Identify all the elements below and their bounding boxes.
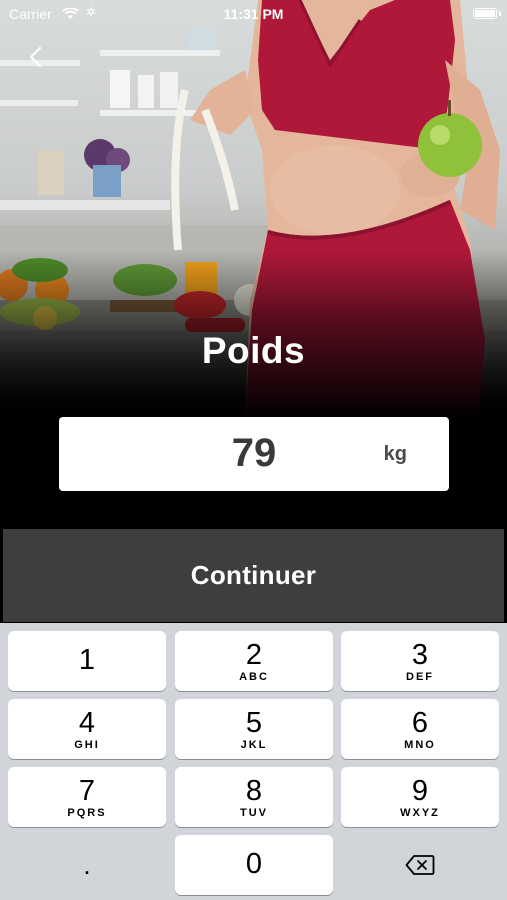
key-0[interactable]: 0 xyxy=(175,835,333,895)
weight-input[interactable]: 79 kg xyxy=(59,417,449,491)
key-digit: 3 xyxy=(411,639,429,671)
key-4[interactable]: 4 GHI xyxy=(8,699,166,759)
status-bar: Carrier ✲ 11:31 PM xyxy=(0,0,507,28)
delete-key[interactable] xyxy=(341,835,499,895)
backspace-icon xyxy=(405,855,435,875)
numeric-keypad: 1 2 ABC 3 DEF 4 GHI 5 JKL 6 MNO 7 PQRS 8… xyxy=(0,623,507,900)
page-title: Poids xyxy=(201,330,306,371)
chevron-left-icon xyxy=(29,46,42,68)
key-8[interactable]: 8 TUV xyxy=(175,767,333,827)
key-digit: 9 xyxy=(411,775,429,807)
key-digit: 5 xyxy=(245,707,263,739)
key-digit: 0 xyxy=(245,848,263,880)
key-digit: 2 xyxy=(245,639,263,671)
key-1[interactable]: 1 xyxy=(8,631,166,691)
key-letters: MNO xyxy=(404,739,436,751)
key-2[interactable]: 2 ABC xyxy=(175,631,333,691)
key-5[interactable]: 5 JKL xyxy=(175,699,333,759)
key-digit: 4 xyxy=(78,707,96,739)
status-time: 11:31 PM xyxy=(223,6,284,22)
weight-screen: Carrier ✲ 11:31 PM Poids 79 kg Continuer… xyxy=(0,0,507,900)
key-letters: PQRS xyxy=(67,807,107,819)
key-3[interactable]: 3 DEF xyxy=(341,631,499,691)
continue-button[interactable]: Continuer xyxy=(3,529,504,622)
key-9[interactable]: 9 WXYZ xyxy=(341,767,499,827)
key-letters: TUV xyxy=(240,807,268,819)
key-letters: ABC xyxy=(239,671,269,683)
key-digit: 6 xyxy=(411,707,429,739)
key-6[interactable]: 6 MNO xyxy=(341,699,499,759)
key-letters: JKL xyxy=(240,739,268,751)
key-decimal[interactable]: . xyxy=(8,835,166,895)
key-letters: DEF xyxy=(406,671,434,683)
key-letters: WXYZ xyxy=(400,807,440,819)
weight-unit: kg xyxy=(383,443,407,465)
key-letters: GHI xyxy=(74,739,100,751)
key-digit: 1 xyxy=(78,644,96,676)
battery-icon xyxy=(473,8,497,19)
key-7[interactable]: 7 PQRS xyxy=(8,767,166,827)
back-button[interactable] xyxy=(20,40,50,74)
key-digit: 7 xyxy=(78,775,96,807)
key-digit: 8 xyxy=(245,775,263,807)
